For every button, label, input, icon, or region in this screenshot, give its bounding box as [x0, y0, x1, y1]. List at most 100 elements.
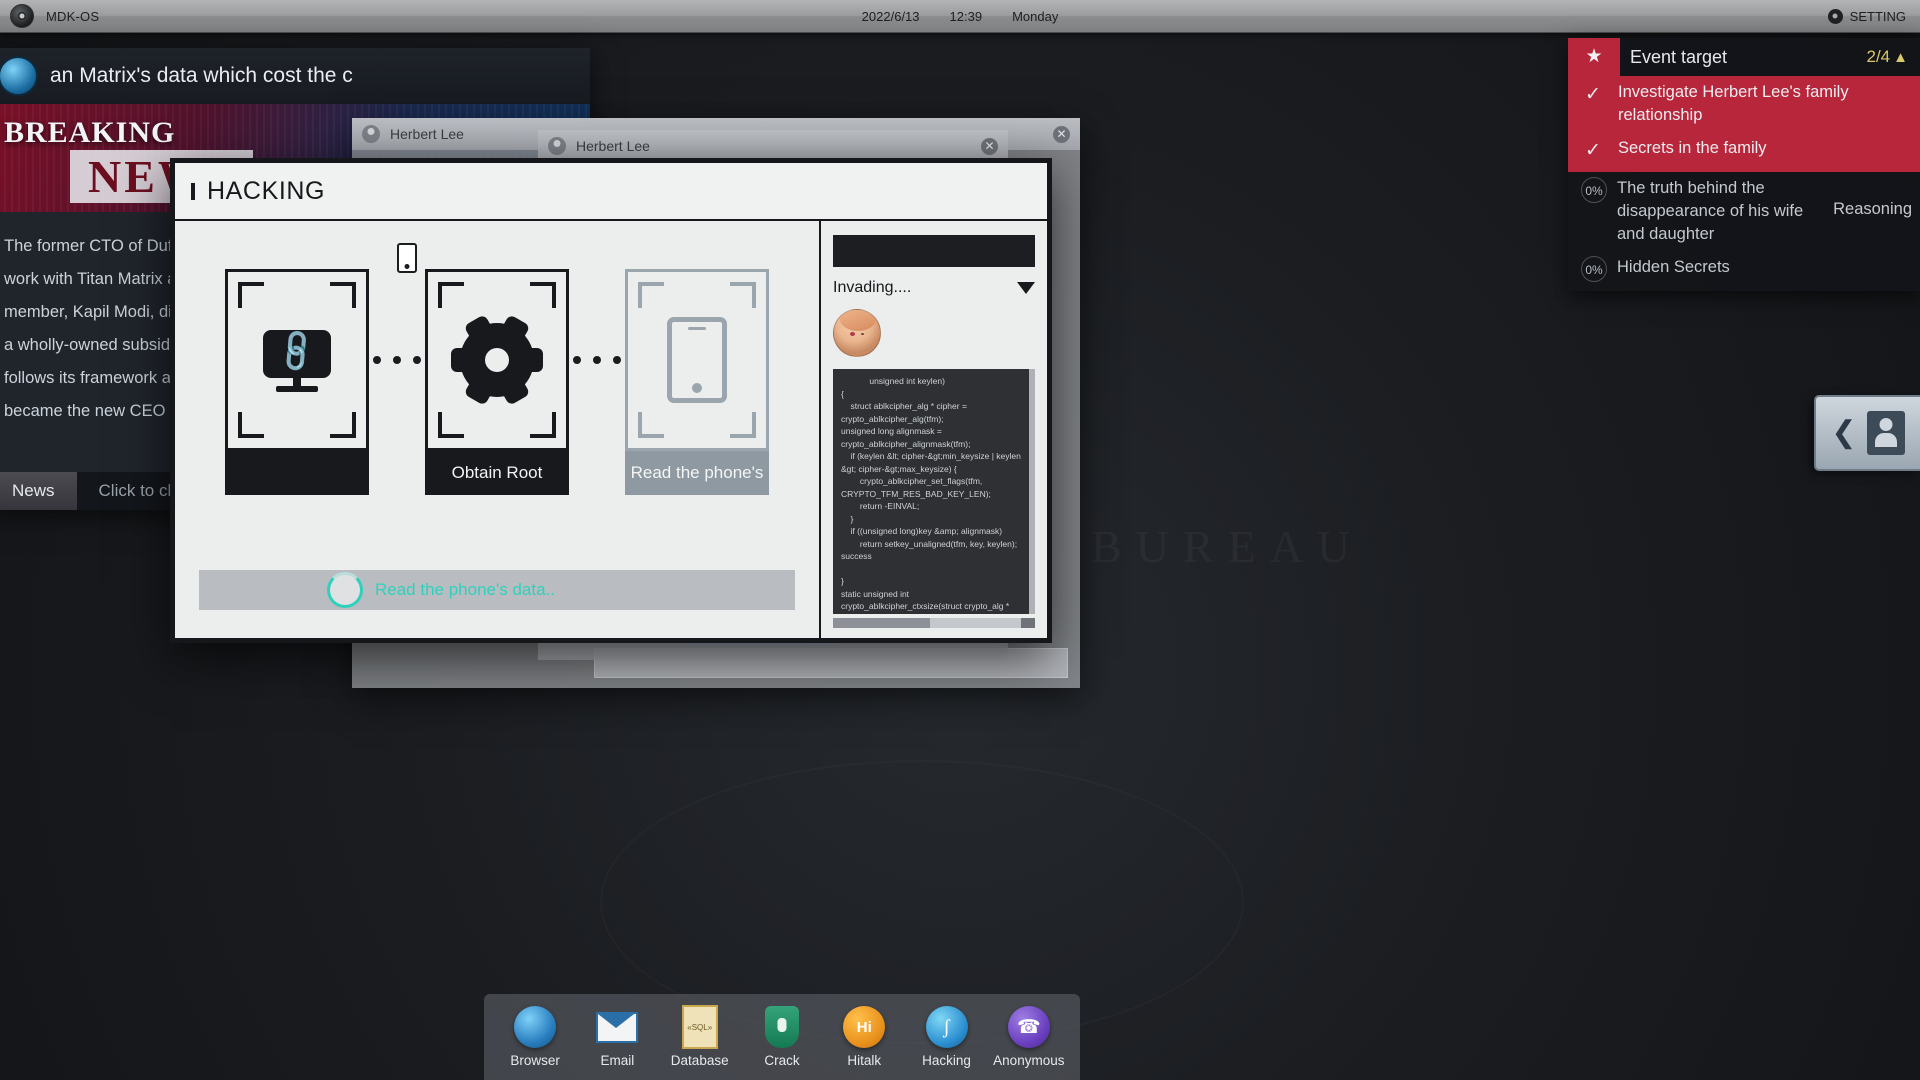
close-icon[interactable]: ✕: [981, 138, 998, 155]
tab-news[interactable]: News: [0, 472, 77, 510]
hacking-step-2[interactable]: Obtain Root: [425, 269, 569, 495]
corner-bracket: [438, 282, 464, 308]
settings-button[interactable]: SETTING: [1828, 9, 1906, 24]
hacking-step-1[interactable]: 🔗: [225, 269, 369, 495]
event-target-item-text: Secrets in the family: [1618, 137, 1767, 160]
corner-bracket: [438, 412, 464, 438]
event-count-value: 2/4: [1867, 47, 1891, 67]
avatar: [362, 125, 380, 143]
chevron-down-icon[interactable]: [1017, 282, 1035, 294]
phone-icon: [667, 317, 727, 403]
email-icon: [596, 1006, 638, 1048]
top-system-bar: MDK-OS 2022/6/13 12:39 Monday SETTING: [0, 0, 1920, 33]
system-clock: 2022/6/13 12:39 Monday: [862, 9, 1059, 24]
taskbar-label: Anonymous: [993, 1053, 1064, 1068]
page-title: HACKING: [207, 177, 325, 206]
hacking-dialog-header: HACKING: [175, 163, 1047, 221]
contacts-side-handle[interactable]: ❮: [1814, 395, 1920, 471]
event-target-header: ★ Event target 2/4 ▲: [1568, 38, 1920, 76]
corner-bracket: [330, 412, 356, 438]
event-target-item-text: Hidden Secrets: [1617, 256, 1730, 279]
scrollbar-right-button[interactable]: [1021, 618, 1035, 628]
progress-percent-badge: 0%: [1581, 177, 1607, 203]
profile-window-title: Herbert Lee: [576, 138, 650, 154]
check-icon: ✓: [1578, 137, 1608, 162]
breaking-label: BREAKING: [4, 116, 175, 150]
corner-bracket: [238, 412, 264, 438]
taskbar-label: Crack: [764, 1053, 799, 1068]
hacking-step-3[interactable]: Read the phone's: [625, 269, 769, 495]
corner-bracket: [530, 412, 556, 438]
taskbar-item-crack[interactable]: Crack: [744, 1006, 820, 1068]
browser-icon: [514, 1006, 556, 1048]
event-target-item-3[interactable]: 0% The truth behind the disappearance of…: [1568, 172, 1920, 251]
invading-status-row: Invading....: [833, 279, 1035, 297]
step-separator-dots: [569, 356, 625, 408]
phone-icon: [397, 243, 417, 273]
event-target-item-4[interactable]: 0% Hidden Secrets: [1568, 251, 1920, 291]
chat-window-title: Herbert Lee: [390, 126, 464, 142]
taskbar-item-database[interactable]: «SQL» Database: [662, 1006, 738, 1068]
chevron-up-icon[interactable]: ▲: [1893, 49, 1908, 66]
taskbar-item-browser[interactable]: Browser: [497, 1006, 573, 1068]
hacking-progress-area: Read the phone's data..: [175, 542, 819, 638]
taskbar-label: Browser: [510, 1053, 560, 1068]
hacking-dialog[interactable]: HACKING 🔗: [170, 158, 1052, 643]
event-target-title: Event target: [1630, 47, 1727, 68]
news-window-header: an Matrix's data which cost the c: [0, 48, 590, 104]
taskbar-label: Hacking: [922, 1053, 971, 1068]
scrollbar-thumb[interactable]: [833, 618, 930, 628]
globe-icon: [0, 56, 38, 96]
system-weekday: Monday: [1012, 9, 1058, 24]
system-time: 12:39: [950, 9, 983, 24]
hacking-step-1-label: [225, 451, 369, 495]
hacking-progress-bar: Read the phone's data..: [199, 570, 795, 610]
taskbar-item-hitalk[interactable]: Hi Hitalk: [826, 1006, 902, 1068]
database-icon-glyph: «SQL»: [682, 1005, 718, 1049]
corner-bracket: [530, 282, 556, 308]
os-logo-icon[interactable]: [10, 4, 34, 28]
hacking-steps-panel: 🔗: [175, 221, 819, 638]
database-icon: «SQL»: [679, 1006, 721, 1048]
event-target-panel[interactable]: ★ Event target 2/4 ▲ ✓ Investigate Herbe…: [1568, 38, 1920, 291]
chevron-left-icon: ❮: [1831, 418, 1856, 448]
taskbar-item-email[interactable]: Email: [579, 1006, 655, 1068]
gear-icon: [1828, 9, 1843, 24]
hacking-step-3-label: Read the phone's: [625, 451, 769, 495]
os-name-label: MDK-OS: [46, 9, 99, 24]
target-avatar-icon: [833, 309, 881, 357]
corner-bracket: [330, 282, 356, 308]
step-separator-dots: [369, 356, 425, 408]
news-ticker-headline: an Matrix's data which cost the c: [50, 64, 353, 88]
event-target-item-text: Investigate Herbert Lee's family relatio…: [1618, 81, 1910, 127]
gear-icon: [460, 323, 534, 397]
event-target-item-2[interactable]: ✓ Secrets in the family: [1568, 132, 1920, 172]
event-target-item-1[interactable]: ✓ Investigate Herbert Lee's family relat…: [1568, 76, 1920, 132]
close-icon[interactable]: ✕: [1053, 126, 1070, 143]
link-monitor-icon: 🔗: [263, 330, 331, 390]
title-accent-bar: [191, 183, 195, 200]
corner-bracket: [730, 282, 756, 308]
loading-spinner-icon: [327, 572, 363, 608]
taskbar-item-anonymous[interactable]: ☎ Anonymous: [991, 1006, 1067, 1068]
check-icon: ✓: [1578, 81, 1608, 106]
event-target-item-side-label: Reasoning: [1833, 200, 1912, 219]
code-content: unsigned int keylen) { struct ablkcipher…: [833, 369, 1035, 614]
hacking-step-1-frame: 🔗: [225, 269, 369, 451]
event-target-count[interactable]: 2/4 ▲: [1867, 47, 1909, 67]
contact-badge-icon: [1867, 411, 1905, 455]
hitalk-icon: Hi: [843, 1006, 885, 1048]
taskbar-label: Email: [601, 1053, 635, 1068]
code-horizontal-scrollbar[interactable]: [833, 618, 1035, 628]
crack-shield-icon: [761, 1006, 803, 1048]
corner-bracket: [730, 412, 756, 438]
corner-bracket: [238, 282, 264, 308]
corner-bracket: [638, 282, 664, 308]
event-target-item-text: The truth behind the disappearance of hi…: [1617, 177, 1829, 246]
status-badge: Invading....: [833, 279, 911, 297]
hacking-step-flow: 🔗: [175, 221, 819, 542]
taskbar-item-hacking[interactable]: ʃ Hacking: [909, 1006, 985, 1068]
taskbar-label: Hitalk: [847, 1053, 881, 1068]
hacking-step-2-label: Obtain Root: [425, 451, 569, 495]
progress-percent-badge: 0%: [1581, 256, 1607, 282]
